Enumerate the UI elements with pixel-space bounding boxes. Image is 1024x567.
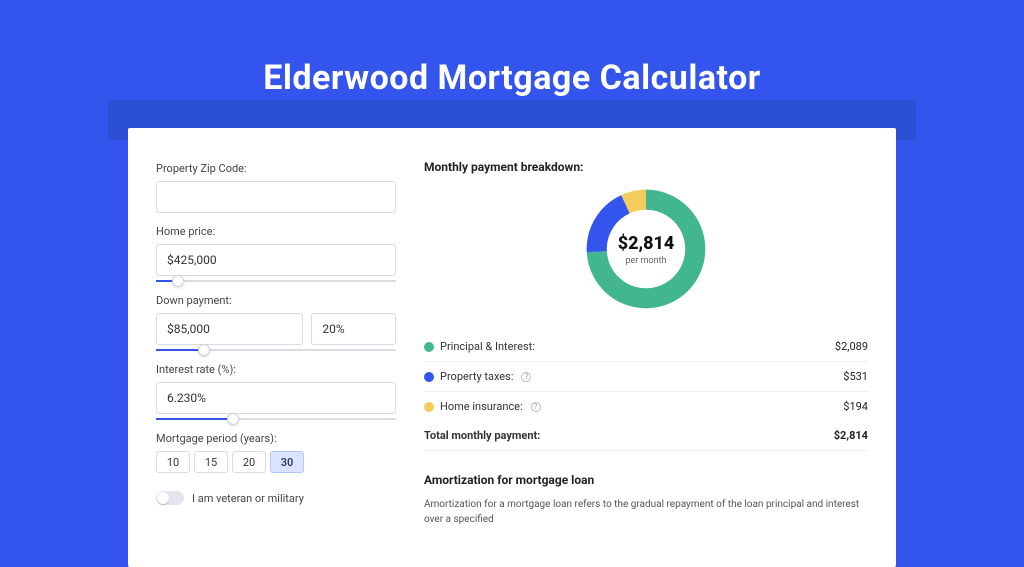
legend-dot (424, 402, 434, 412)
price-slider[interactable] (156, 280, 396, 282)
breakdown-row: Property taxes:? $531 (424, 362, 868, 392)
rate-slider[interactable] (156, 418, 396, 420)
period-label: Mortgage period (years): (156, 432, 396, 445)
down-slider-fill (156, 349, 204, 351)
down-label: Down payment: (156, 294, 396, 307)
toggle-knob (157, 492, 169, 504)
columns: Property Zip Code: Home price: Down paym… (156, 152, 868, 527)
period-btn-15[interactable]: 15 (194, 451, 228, 473)
page-title: Elderwood Mortgage Calculator (0, 58, 1024, 98)
line-value: $194 (843, 400, 868, 413)
info-icon[interactable]: ? (521, 372, 531, 382)
down-amount-input[interactable] (156, 313, 303, 345)
rate-input[interactable] (156, 382, 396, 414)
donut-sub: per month (625, 256, 666, 266)
amort-body: Amortization for a mortgage loan refers … (424, 497, 868, 527)
total-value: $2,814 (834, 429, 868, 442)
donut-center: $2,814 per month (581, 184, 711, 314)
veteran-label: I am veteran or military (192, 492, 304, 505)
price-slider-thumb[interactable] (172, 275, 184, 287)
breakdown-column: Monthly payment breakdown: $2,814 per mo… (424, 152, 868, 527)
veteran-toggle-row: I am veteran or military (156, 491, 396, 505)
veteran-toggle[interactable] (156, 491, 184, 505)
period-btn-30[interactable]: 30 (270, 451, 304, 473)
total-row: Total monthly payment: $2,814 (424, 421, 868, 451)
line-label: Principal & Interest: (440, 340, 535, 353)
zip-label: Property Zip Code: (156, 162, 396, 175)
line-value: $2,089 (835, 340, 868, 353)
down-slider-thumb[interactable] (198, 344, 210, 356)
calculator-card: Property Zip Code: Home price: Down paym… (128, 128, 896, 567)
legend-dot (424, 342, 434, 352)
price-input[interactable] (156, 244, 396, 276)
line-value: $531 (843, 370, 868, 383)
total-label: Total monthly payment: (424, 429, 540, 442)
down-pct-input[interactable] (311, 313, 396, 345)
info-icon[interactable]: ? (531, 402, 541, 412)
down-slider[interactable] (156, 349, 396, 351)
line-label: Property taxes: (440, 370, 513, 383)
period-btn-20[interactable]: 20 (232, 451, 266, 473)
breakdown-title: Monthly payment breakdown: (424, 160, 868, 174)
legend-dot (424, 372, 434, 382)
breakdown-row: Home insurance:? $194 (424, 392, 868, 421)
line-label: Home insurance: (440, 400, 523, 413)
rate-slider-thumb[interactable] (227, 413, 239, 425)
donut-chart: $2,814 per month (581, 184, 711, 314)
zip-input[interactable] (156, 181, 396, 213)
period-btn-10[interactable]: 10 (156, 451, 190, 473)
rate-slider-fill (156, 418, 233, 420)
price-label: Home price: (156, 225, 396, 238)
breakdown-row: Principal & Interest: $2,089 (424, 332, 868, 362)
rate-label: Interest rate (%): (156, 363, 396, 376)
donut-wrap: $2,814 per month (424, 184, 868, 314)
donut-amount: $2,814 (618, 233, 675, 254)
inputs-column: Property Zip Code: Home price: Down paym… (156, 152, 396, 527)
amort-title: Amortization for mortgage loan (424, 473, 868, 487)
period-group: 10152030 (156, 451, 396, 473)
